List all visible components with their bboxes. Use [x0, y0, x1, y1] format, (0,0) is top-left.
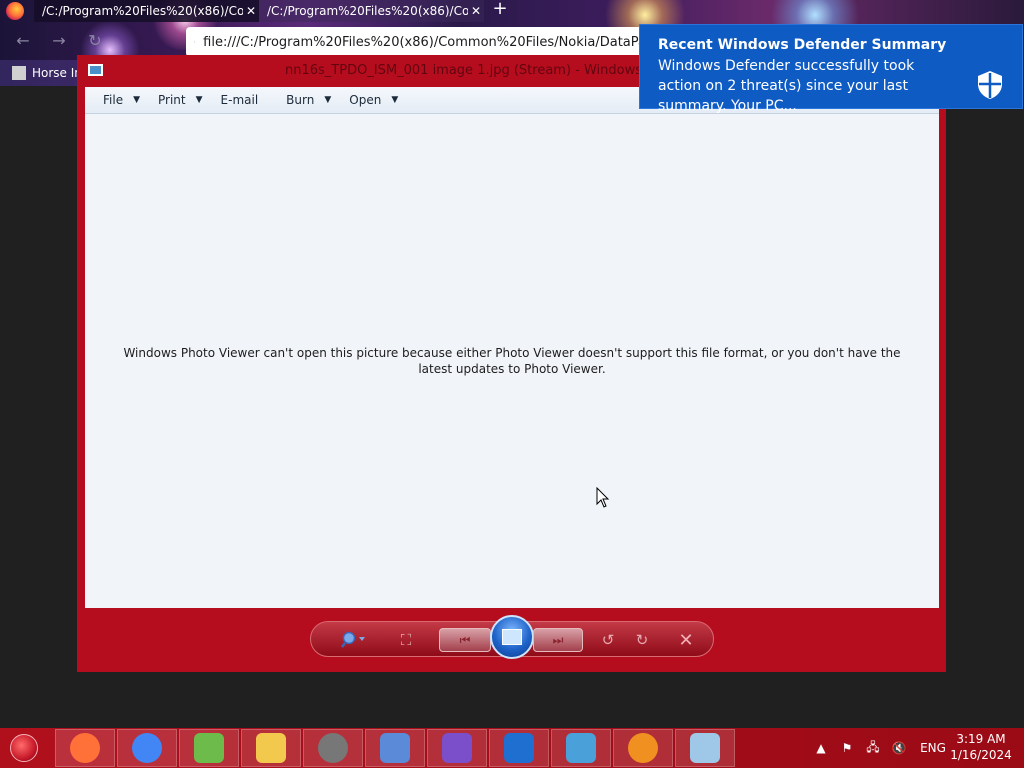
- action-center-flag-icon[interactable]: ⚑: [838, 741, 856, 755]
- tab-title: /C:/Program%20Files%20(x86)/Com: [42, 4, 243, 18]
- help-icon: [504, 733, 534, 763]
- photo-viewer-app-icon[interactable]: [88, 64, 103, 76]
- forward-arrow-icon[interactable]: →: [48, 30, 70, 52]
- taskbar-app-computer[interactable]: [365, 729, 425, 767]
- close-icon[interactable]: ✕: [243, 4, 259, 18]
- new-tab-button[interactable]: +: [490, 0, 510, 20]
- magnifier-icon: [341, 631, 365, 648]
- visual-studio-icon: [442, 733, 472, 763]
- taskbar-app-battery-sync[interactable]: [179, 729, 239, 767]
- url-bar[interactable]: file:///C:/Program%20Files%20(x86)/Commo…: [186, 27, 646, 57]
- tab-title: /C:/Program%20Files%20(x86)/Com: [267, 4, 468, 18]
- taskbar-clock[interactable]: 3:19 AM 1/16/2024: [948, 731, 1014, 763]
- zoom-icon[interactable]: [337, 630, 371, 650]
- caret-down-icon: ▼: [391, 95, 399, 105]
- slideshow-icon: [502, 629, 522, 645]
- viewer-control-bar: ⛶ ⏮ ⏭ ↺ ↻ ✕: [310, 615, 714, 659]
- bookmarks-toolbar: Horse In: [0, 60, 82, 86]
- toast-title: Recent Windows Defender Summary: [658, 37, 947, 53]
- image-display-area: Windows Photo Viewer can't open this pic…: [85, 114, 939, 608]
- flash-icon: [318, 733, 348, 763]
- computer-icon: [380, 733, 410, 763]
- show-hidden-icons-icon[interactable]: ▲: [812, 741, 830, 755]
- error-message: Windows Photo Viewer can't open this pic…: [123, 346, 901, 376]
- menu-label: Burn: [286, 93, 315, 107]
- reload-icon[interactable]: ↻: [84, 30, 106, 52]
- actual-size-icon[interactable]: ⛶: [395, 630, 417, 650]
- photo-viewer-window: nn16s_TPDO_ISM_001 image 1.jpg (Stream) …: [77, 55, 946, 672]
- rotate-left-icon[interactable]: ↺: [597, 630, 619, 650]
- defender-notification-toast[interactable]: Recent Windows Defender Summary Windows …: [639, 24, 1023, 114]
- mouse-cursor-icon: [596, 487, 610, 508]
- previous-button[interactable]: ⏮: [439, 628, 491, 652]
- caret-down-icon: ▼: [195, 95, 203, 105]
- menu-label: File: [103, 93, 124, 107]
- battery-sync-icon: [194, 733, 224, 763]
- menu-print[interactable]: Print ▼: [158, 93, 203, 107]
- taskbar-app-control-panel[interactable]: [551, 729, 611, 767]
- rotate-right-icon[interactable]: ↻: [631, 630, 653, 650]
- xnview-icon: [628, 733, 658, 763]
- taskbar-app-visual-studio[interactable]: [427, 729, 487, 767]
- menu-label: Print: [158, 93, 186, 107]
- volume-muted-icon[interactable]: 🔇: [890, 741, 908, 755]
- delete-icon[interactable]: ✕: [675, 630, 697, 651]
- clock-time: 3:19 AM: [956, 732, 1006, 746]
- firefox-icon[interactable]: [6, 2, 24, 20]
- menu-burn[interactable]: Burn ▼: [286, 93, 331, 107]
- language-indicator[interactable]: ENG: [916, 741, 950, 755]
- bookmark-label: Horse In: [32, 66, 82, 80]
- next-button[interactable]: ⏭: [533, 628, 583, 652]
- clock-date: 1/16/2024: [950, 748, 1012, 762]
- menu-file[interactable]: File ▼: [103, 93, 140, 107]
- taskbar-app-flash[interactable]: [303, 729, 363, 767]
- taskbar-app-xnview[interactable]: [613, 729, 673, 767]
- start-button[interactable]: [10, 734, 38, 762]
- menu-label: E-mail: [220, 93, 259, 107]
- caret-down-icon: ▼: [324, 95, 332, 105]
- taskbar-app-photo-viewer[interactable]: [675, 729, 735, 767]
- browser-tab-strip: /C:/Program%20Files%20(x86)/Com ✕ /C:/Pr…: [0, 0, 1024, 22]
- menu-label: Open: [349, 93, 382, 107]
- taskbar-app-firefox[interactable]: [55, 729, 115, 767]
- bookmark-icon: [12, 66, 26, 80]
- taskbar-app-chrome[interactable]: [117, 729, 177, 767]
- menu-email[interactable]: E-mail: [221, 93, 259, 107]
- network-icon[interactable]: 🖧: [864, 738, 882, 759]
- caret-down-icon: ▼: [133, 95, 141, 105]
- browser-tab[interactable]: /C:/Program%20Files%20(x86)/Com ✕: [259, 0, 484, 22]
- browser-tab[interactable]: /C:/Program%20Files%20(x86)/Com ✕: [34, 0, 259, 22]
- menu-open[interactable]: Open ▼: [349, 93, 398, 107]
- toast-body: Windows Defender successfully took actio…: [658, 58, 915, 114]
- chrome-icon: [132, 733, 162, 763]
- taskbar-app-help[interactable]: [489, 729, 549, 767]
- url-text: file:///C:/Program%20Files%20(x86)/Commo…: [203, 34, 646, 50]
- control-panel-icon: [566, 733, 596, 763]
- slideshow-button[interactable]: [490, 615, 534, 659]
- system-tray: ▲ ⚑ 🖧 🔇 ENG: [812, 728, 958, 768]
- photo-viewer-icon: [690, 733, 720, 763]
- firefox-icon: [70, 733, 100, 763]
- back-arrow-icon[interactable]: ←: [12, 30, 34, 52]
- defender-shield-icon: [978, 71, 1002, 99]
- taskbar-app-file-explorer[interactable]: [241, 729, 301, 767]
- file-explorer-icon: [256, 733, 286, 763]
- bookmark-item[interactable]: Horse In: [12, 66, 82, 80]
- search-icon: [194, 41, 196, 43]
- close-icon[interactable]: ✕: [468, 4, 484, 18]
